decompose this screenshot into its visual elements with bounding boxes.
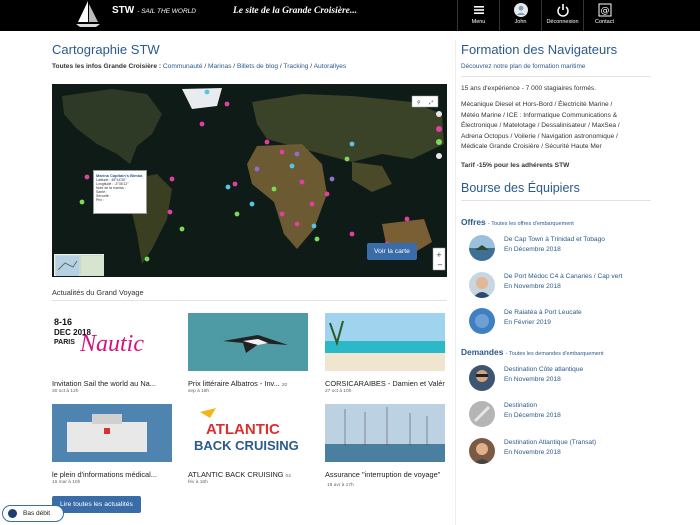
news-card[interactable]: CORSICARAIBES - Damien et Valér... 27 oc… xyxy=(325,313,445,394)
formation-subtitle-link[interactable]: Découvrez notre plan de formation mariti… xyxy=(461,63,585,70)
bourse-title: Bourse des Équipiers xyxy=(461,181,580,195)
infos-links-line: Toutes les infos Grande Croisière : Comm… xyxy=(52,63,347,70)
formation-title: Formation des Navigateurs xyxy=(461,42,618,57)
demand-avatar xyxy=(469,365,495,391)
offer-avatar xyxy=(469,272,495,298)
news-card[interactable]: 8-16 DEC 2018 PARIS Nautic Invitation Sa… xyxy=(52,313,172,394)
svg-text:Nautic: Nautic xyxy=(79,331,144,357)
low-bandwidth-toggle[interactable]: Bas débit xyxy=(2,505,64,522)
menu-icon xyxy=(473,6,484,14)
news-heading: Actualités du Grand Voyage xyxy=(52,288,144,297)
divider xyxy=(461,200,651,201)
svg-text:BACK CRUISING: BACK CRUISING xyxy=(194,438,299,453)
svg-text:ATLANTIC: ATLANTIC xyxy=(206,421,280,438)
demandes-heading[interactable]: Demandes - Toutes les demandes d'embarqu… xyxy=(461,347,604,357)
divider xyxy=(461,76,651,77)
link-tracking[interactable]: Tracking xyxy=(283,63,308,70)
user-profile-button[interactable]: John xyxy=(499,0,541,31)
news-image xyxy=(325,404,445,462)
formation-tarif: Tarif -15% pour les adhérents STW xyxy=(461,162,570,169)
svg-text:−: − xyxy=(437,261,443,269)
offres-heading[interactable]: Offres - Toutes les offres d'embarquemen… xyxy=(461,217,574,227)
offer-avatar xyxy=(469,308,495,334)
map-layer-thumbnail[interactable] xyxy=(54,254,104,276)
svg-text:8-16: 8-16 xyxy=(54,317,72,327)
news-image: ATLANTIC BACK CRUISING xyxy=(188,404,308,462)
news-card[interactable]: ATLANTIC BACK CRUISING ATLANTIC BACK CRU… xyxy=(188,404,308,485)
formation-stats: 15 ans d'expérience - 7 000 stagiaires f… xyxy=(461,85,597,92)
read-all-news-button[interactable]: Lire toutes les actualités xyxy=(52,496,141,513)
news-image xyxy=(325,313,445,371)
contact-icon: @ xyxy=(598,3,611,17)
top-bar: STW - SAIL THE WORLD Le site de la Grande… xyxy=(0,0,700,31)
news-card[interactable]: Prix littéraire Albatros - Inv... 20 sep … xyxy=(188,313,308,394)
contact-button[interactable]: @ Contact xyxy=(583,0,625,31)
link-communaute[interactable]: Communauté xyxy=(163,63,203,70)
user-avatar-icon xyxy=(513,3,528,17)
news-image: 8-16 DEC 2018 PARIS Nautic xyxy=(52,313,172,371)
offer-item[interactable]: De Port Médoc C4 à Canaries / Cap vert E… xyxy=(469,272,669,298)
cartographie-title: Cartographie STW xyxy=(52,42,160,57)
demand-item[interactable]: Destination Côte atlantique En Novembre … xyxy=(469,365,669,391)
demand-item[interactable]: Destination En Décembre 2018 xyxy=(469,401,669,427)
link-marinas[interactable]: Marinas xyxy=(208,63,231,70)
svg-text:+: + xyxy=(436,251,442,259)
svg-text:⚲: ⚲ xyxy=(417,100,421,106)
column-divider xyxy=(455,40,456,525)
news-card[interactable]: Assurance "interruption de voyage" 19 av… xyxy=(325,404,445,490)
offer-avatar xyxy=(469,235,495,261)
power-icon xyxy=(556,4,569,17)
logout-button[interactable]: Déconnexion xyxy=(541,0,583,31)
svg-text:PARIS: PARIS xyxy=(54,339,75,346)
offer-item[interactable]: De Cap Town à Trinidad et Tobago En Déce… xyxy=(469,235,669,261)
demand-item[interactable]: Destination Atlantique (Transat) En Nove… xyxy=(469,438,669,464)
brand-name[interactable]: STW - SAIL THE WORLD xyxy=(112,5,196,16)
map-popup[interactable]: Marina Capitain's Bimba Latitude : 48°44… xyxy=(93,170,147,214)
demand-avatar xyxy=(469,438,495,464)
formation-course-links[interactable]: Mécanique Diesel et Hors-Bord / Électric… xyxy=(461,100,651,153)
link-autorallyes[interactable]: Autorallyes xyxy=(314,63,347,70)
offer-item[interactable]: De Raiatéa à Port Leucate En Février 201… xyxy=(469,308,669,334)
news-image xyxy=(52,404,172,462)
news-image xyxy=(188,313,308,371)
svg-text:⤢: ⤢ xyxy=(429,100,433,106)
divider xyxy=(52,300,447,301)
toggle-dot-icon xyxy=(8,509,17,518)
link-billets-blog[interactable]: Billets de blog xyxy=(237,63,278,70)
site-tagline: Le site de la Grande Croisière... xyxy=(233,6,358,16)
menu-button[interactable]: Menu xyxy=(457,0,499,31)
news-card[interactable]: le plein d'informations médical... 16 ma… xyxy=(52,404,172,485)
sail-logo-icon[interactable] xyxy=(73,0,103,28)
view-map-button[interactable]: Voir la carte xyxy=(367,243,417,260)
demand-avatar xyxy=(469,401,495,427)
svg-text:@: @ xyxy=(600,6,609,16)
